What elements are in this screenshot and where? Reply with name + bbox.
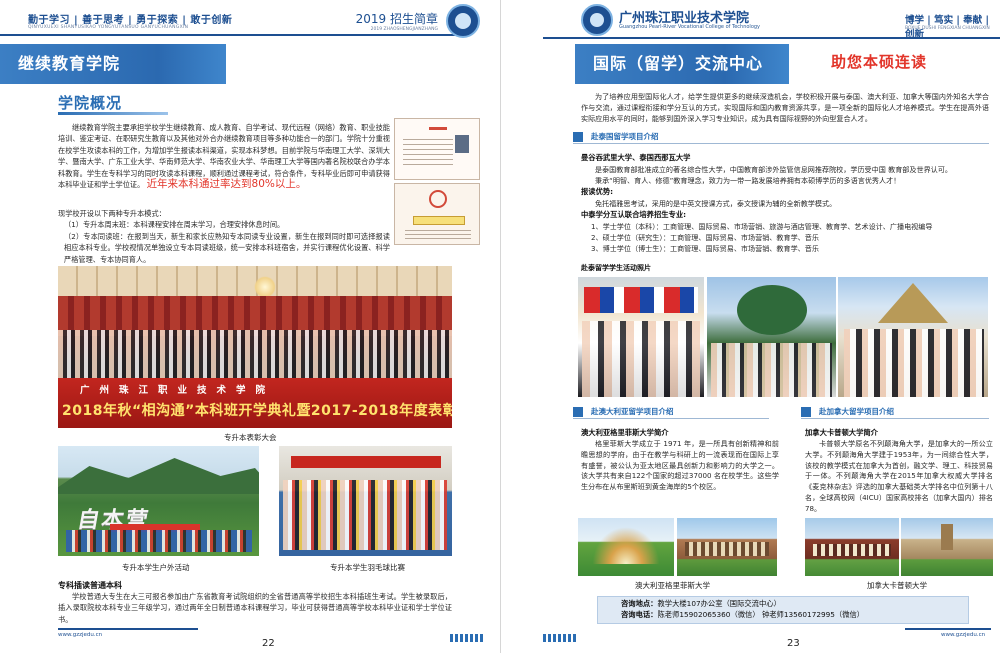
page-number: 23 <box>787 638 800 649</box>
outdoor-activity-photo: 自本营 <box>58 446 259 556</box>
thai-section-title: 赴泰国留学项目介绍 <box>591 132 659 141</box>
banner-stripes <box>539 44 575 84</box>
footer-url: www.gzzjedu.cn <box>941 632 986 638</box>
insert-title: 专科插读普通本科 <box>58 581 122 590</box>
footer-wave-icon <box>450 634 484 642</box>
slogan: 助您本硕连读 <box>831 53 928 71</box>
contact-phone-value: 陈老师15902065360（微信） 钟老师13560172995（微信） <box>657 610 865 619</box>
center-intro-text: 为了培养应用型国际化人才，给学生提供更多的继续深造机会，学校积极开展与泰国、澳大… <box>581 92 989 123</box>
header-guide-pinyin: 2019 ZHAOSHENGJIANZHANG <box>370 27 438 32</box>
can-section-header: 赴加拿大留学项目介绍 <box>801 405 989 419</box>
contact-phone: 咨询电话：陈老师15902065360（微信） 钟老师13560172995（微… <box>621 610 864 620</box>
banner-stripes <box>226 44 270 84</box>
thai-photo-campus <box>707 277 836 397</box>
page-number: 22 <box>262 638 275 649</box>
degree-certificate-image <box>394 183 480 245</box>
right-page: 广州珠江职业技术学院 Guangzhou Pearl-River Vocatio… <box>500 0 1000 653</box>
section-title-underline <box>58 112 168 115</box>
header-guide-title: 2019 招生简章 <box>355 12 438 26</box>
cape-breton-photo-campus <box>901 518 993 576</box>
contact-phone-label: 咨询电话： <box>621 610 658 619</box>
thai-section-header: 赴泰国留学项目介绍 <box>573 130 989 144</box>
section-banner: 国际（留学）交流中心 <box>575 44 789 84</box>
can-section-title: 赴加拿大留学项目介绍 <box>819 407 894 416</box>
header-divider <box>543 37 1000 39</box>
header-mottos-pinyin: BOXUE DUSHI FENGXIAN CHUANGXIN <box>905 26 990 31</box>
griffith-photo-building <box>677 518 777 576</box>
thai-univ-text: 是泰国教育部批准成立的著名综合性大学，中国教育部涉外监管信息网推荐院校，学历受中… <box>595 165 952 174</box>
aus-univ-desc: 格里菲斯大学成立于 1971 年，是一所具有创新精神和前瞻思想的学府，由于在教学… <box>581 439 779 493</box>
intro-highlight: 近年来本科通过率达到80%以上。 <box>146 178 307 191</box>
school-emblem-icon <box>446 4 480 38</box>
program-list: 1、学士学位（本科）：工商管理、国际贸易、市场营销、旅游与酒店管理、教育学、艺术… <box>581 221 993 254</box>
can-univ-text: 卡普顿大学原名不列颠海角大学，是加拿大的一所公立大学。不列颠海角大学建于1953… <box>805 439 993 513</box>
program-doctor: 3、博士学位（博士生）：工商管理、国际贸易、市场营销、教育学、音乐 <box>591 244 819 253</box>
badminton-caption: 专升本学生羽毛球比赛 <box>330 563 405 572</box>
cape-breton-photo-building <box>805 518 899 576</box>
thai-philosophy: 秉承“明智、育人、修德”教育理念，致力为一带一路发展培养拥有本硕博学历的多语言优… <box>595 176 901 185</box>
insert-text: 学校普通大专生在大三可报名参加由广东省教育考试院组织的全省普通高等学校招生本科插… <box>58 592 452 624</box>
contact-address: 咨询地点：教学大楼107办公室（国际交流中心） <box>621 599 781 609</box>
intro-paragraph: 继续教育学院主要承担学校学生继续教育、成人教育、自学考试、现代远程（网络）教育、… <box>58 122 390 190</box>
ceremony-banner-school: 广州珠江职业技术学院 <box>80 385 276 396</box>
school-emblem-icon <box>581 4 613 36</box>
thai-univ-name: 曼谷吞武里大学、泰国西那瓦大学 <box>581 153 691 162</box>
header-mottos-pinyin: QINYUXUEXI SHANYUSIKAO YONGYUTANSUO GANY… <box>28 25 189 30</box>
aus-section-header: 赴澳大利亚留学项目介绍 <box>573 405 769 419</box>
modes-paragraph: 现学校开设以下两种专升本模式： （1）专升本周末班：本科课程安排在周末学习，合理… <box>58 208 390 265</box>
aus-caption: 澳大利亚格里菲斯大学 <box>635 581 710 590</box>
center-intro: 为了培养应用型国际化人才，给学生提供更多的继续深造机会，学校积极开展与泰国、澳大… <box>581 92 989 124</box>
left-page: 勤于学习 | 善于思考 | 勇于探索 | 敢于创新 QINYUXUEXI SHA… <box>0 0 500 653</box>
can-univ-desc: 卡普顿大学原名不列颠海角大学，是加拿大的一所公立大学。不列颠海角大学建于1953… <box>805 439 993 515</box>
footer-wave-icon <box>543 634 577 642</box>
footer-bar <box>905 628 991 630</box>
aus-univ-name: 澳大利亚格里菲斯大学简介 <box>581 428 669 437</box>
mode-concurrent: （2）专本同读班：在报到当天，新生和家长应熟知专本同读专业设置，新生在报到同时即… <box>64 231 390 264</box>
footer-bar <box>58 628 198 630</box>
outdoor-caption: 专升本学生户外活动 <box>122 563 190 572</box>
exam-desc: 免托福雅思考试，采用的是中英文授课方式，泰文授课为辅的全新教学模式。 <box>581 198 989 209</box>
school-name-en: Guangzhou Pearl-River Vocational College… <box>619 24 761 30</box>
thai-photos-title: 赴泰留学学生活动照片 <box>581 264 651 272</box>
can-caption: 加拿大卡普顿大学 <box>867 581 927 590</box>
header-mottos: 勤于学习 | 善于思考 | 勇于探索 | 敢于创新 <box>28 15 233 26</box>
exam-title: 报读优势: <box>581 187 614 196</box>
section-banner: 继续教育学院 <box>0 44 226 84</box>
modes-title: 现学校开设以下两种专升本模式： <box>58 209 166 218</box>
section-title: 学院概况 <box>58 94 123 112</box>
banner-title: 国际（留学）交流中心 <box>593 54 764 73</box>
ceremony-banner: 广州珠江职业技术学院 2018年秋“相沟通”本科班开学典礼暨2017-2018年… <box>58 378 452 428</box>
thai-univ-desc: 是泰国教育部批准成立的著名综合性大学，中国教育部涉外监管信息网推荐院校，学历受中… <box>581 164 989 186</box>
ceremony-banner-title: 2018年秋“相沟通”本科班开学典礼暨2017-2018年度表彰大会 <box>62 403 452 419</box>
contact-address-label: 咨询地点： <box>621 599 658 608</box>
certificate-image <box>394 118 480 180</box>
insert-paragraph: 学校普通大专生在大三可报名参加由广东省教育考试院组织的全省普通高等学校招生本科插… <box>58 591 452 625</box>
exam-text: 免托福雅思考试，采用的是中英文授课方式，泰文授课为辅的全新教学模式。 <box>595 199 837 208</box>
aus-section-title: 赴澳大利亚留学项目介绍 <box>591 407 674 416</box>
badminton-photo <box>279 446 452 556</box>
thai-photo-ceremony <box>578 277 704 397</box>
contact-address-value: 教学大楼107办公室（国际交流中心） <box>657 599 781 608</box>
footer-url: www.gzzjedu.cn <box>58 632 103 638</box>
aus-univ-text: 格里菲斯大学成立于 1971 年，是一所具有创新精神和前瞻思想的学府，由于在教学… <box>581 439 779 492</box>
banner-title: 继续教育学院 <box>18 54 121 73</box>
ceremony-caption: 专升本表彰大会 <box>224 433 277 442</box>
griffith-photo-fountain <box>578 518 674 576</box>
program-master: 2、硕士学位（研究生）：工商管理、国际贸易、市场营销、教育学、音乐 <box>591 233 819 242</box>
mode-weekend: （1）专升本周末班：本科课程安排在周末学习，合理安排休息时间。 <box>64 220 285 230</box>
program-bachelor: 1、学士学位（本科）：工商管理、国际贸易、市场营销、旅游与酒店管理、教育学、艺术… <box>591 222 933 231</box>
program-title: 中泰学分互认联合培养招生专业: <box>581 210 687 219</box>
thai-photo-temple <box>838 277 988 397</box>
header-divider <box>0 34 458 36</box>
ceremony-photo: 广州珠江职业技术学院 2018年秋“相沟通”本科班开学典礼暨2017-2018年… <box>58 266 452 428</box>
can-univ-name: 加拿大卡普顿大学简介 <box>805 428 878 437</box>
